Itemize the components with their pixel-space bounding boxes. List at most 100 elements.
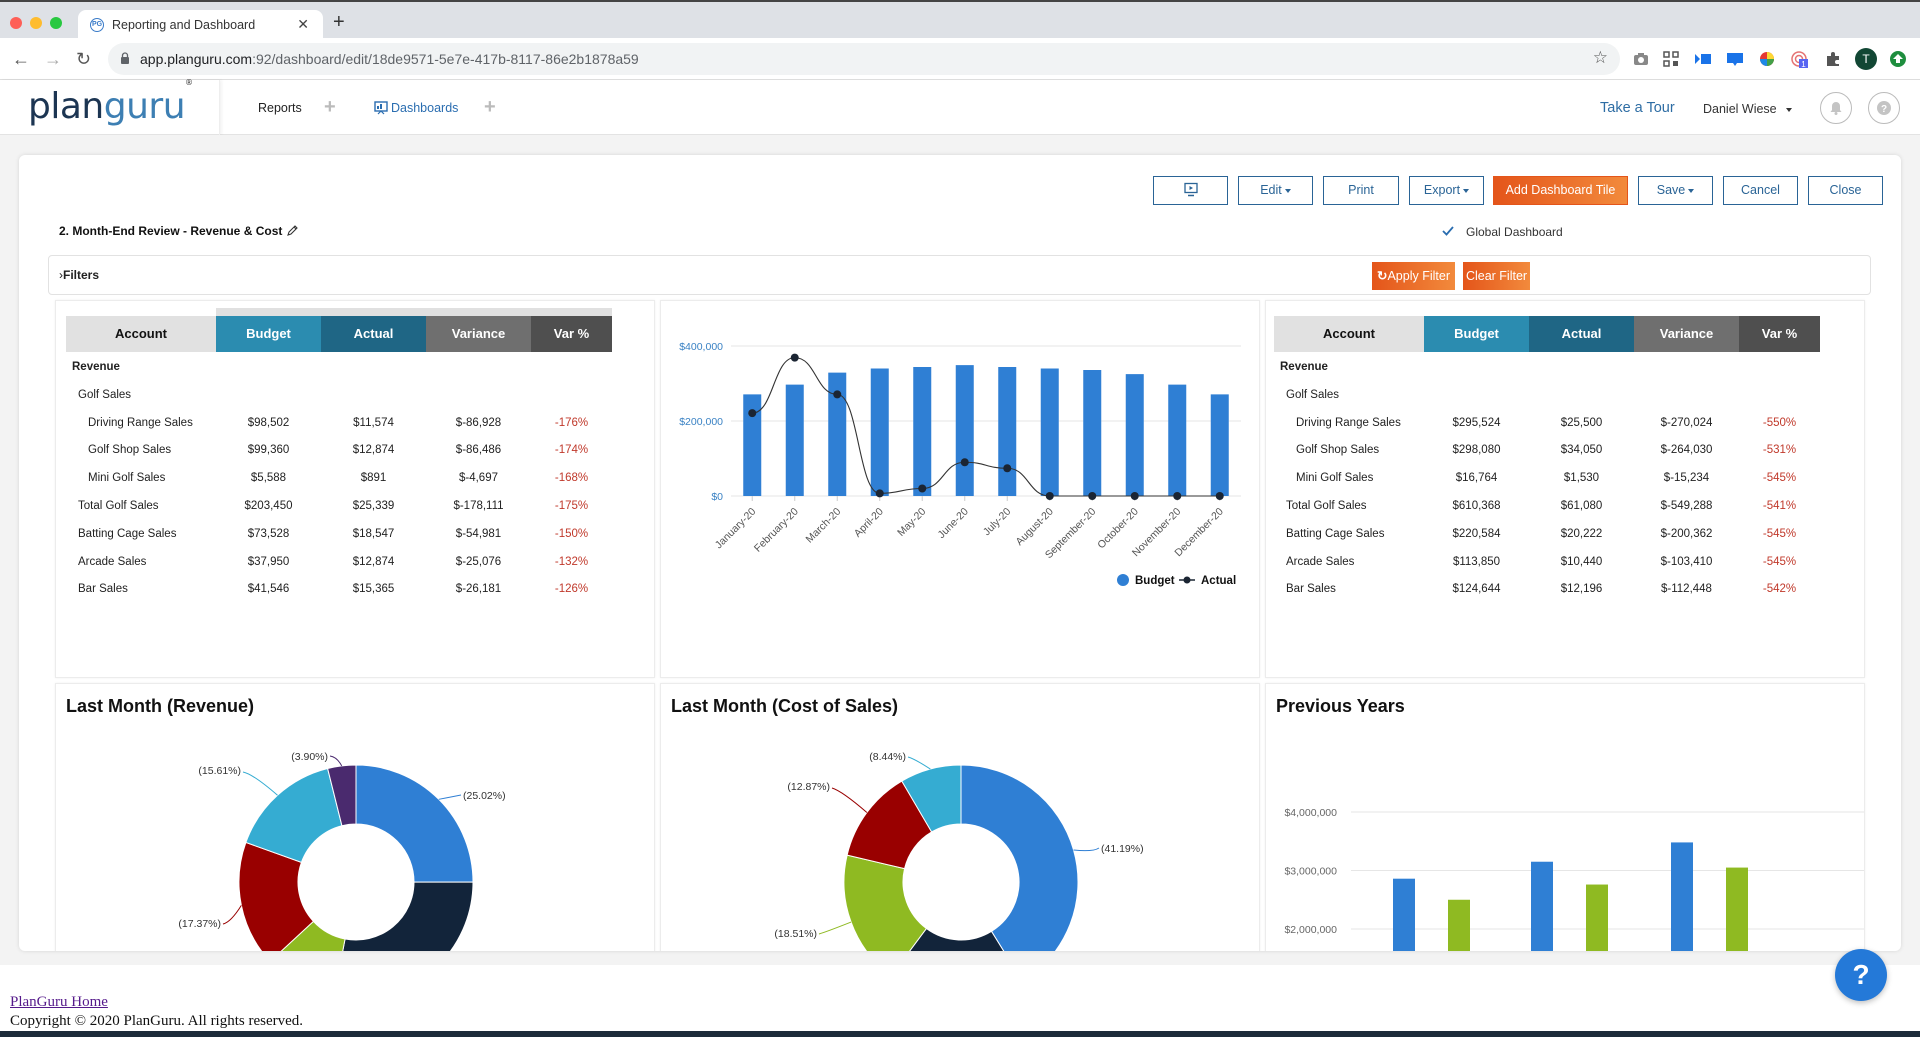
- extensions-puzzle-icon[interactable]: [1824, 50, 1842, 68]
- varpct-cell: -168%: [554, 472, 589, 485]
- copyright-text: Copyright © 2020 PlanGuru. All rights re…: [10, 1013, 304, 1029]
- export-label: Export: [1423, 183, 1461, 197]
- table-row: Driving Range Sales $98,502 $11,574 $-86,92…: [56, 417, 616, 437]
- add-dashboard-tile-button[interactable]: Add Dashboard Tile: [1493, 176, 1628, 205]
- actual-cell: $61,080: [1560, 500, 1603, 512]
- back-arrow-icon[interactable]: ←: [12, 49, 30, 70]
- account-cell: Golf Sales: [78, 388, 132, 401]
- qr-code-extension-icon[interactable]: [1662, 50, 1680, 68]
- filters-toggle[interactable]: ›Filters: [59, 268, 99, 282]
- table-row: Mini Golf Sales $16,764 $1,530 $-15,234 -545…: [1266, 472, 1826, 492]
- video-extension-icon[interactable]: [1694, 50, 1712, 68]
- col-var-pct[interactable]: Var %: [1739, 316, 1820, 352]
- reload-icon[interactable]: ↻: [76, 49, 91, 70]
- actual-cell: $25,339: [352, 500, 395, 512]
- table-header: Account Budget Actual Variance Var %: [1274, 316, 1820, 352]
- donut-leader-line: [1073, 847, 1100, 852]
- year-bar: [1448, 899, 1470, 951]
- varpct-cell: -542%: [1762, 583, 1797, 596]
- browser-address-bar: ← → ↻ app.planguru.com:92/dashboard/edit…: [0, 38, 1920, 80]
- actual-point: [790, 353, 799, 362]
- url-path: :92/dashboard/edit/18de9571-5e7e-417b-81…: [252, 51, 639, 67]
- variance-cell: $-178,111: [453, 500, 504, 512]
- varpct-cell: -545%: [1762, 555, 1797, 568]
- variance-cell: $-86,928: [455, 416, 502, 429]
- tab-close-icon[interactable]: ✕: [297, 16, 309, 33]
- donut-label: (17.37%): [178, 918, 221, 930]
- logo-guru: guru: [103, 86, 186, 127]
- pencil-edit-icon[interactable]: [286, 224, 299, 237]
- table-row: Mini Golf Sales $5,588 $891 $-4,697 -168%: [56, 472, 616, 492]
- bookmark-star-icon[interactable]: ☆: [1593, 48, 1608, 68]
- col-variance[interactable]: Variance: [426, 316, 531, 352]
- legend-actual-swatch: [1183, 576, 1191, 584]
- user-menu[interactable]: Daniel Wiese: [1703, 102, 1793, 116]
- add-report-plus-icon[interactable]: +: [324, 96, 336, 119]
- budget-bar: [913, 367, 932, 496]
- actual-cell: $1,530: [1563, 472, 1600, 485]
- close-button[interactable]: Close: [1808, 176, 1883, 205]
- app-header: planguru® Reports + Dashboards + Take a …: [0, 78, 1920, 135]
- forward-arrow-icon[interactable]: →: [44, 49, 62, 70]
- variance-cell: $-86,486: [455, 444, 502, 457]
- table-header: Account Budget Actual Variance Var %: [66, 308, 612, 352]
- color-picker-extension-icon[interactable]: [1758, 50, 1776, 68]
- col-var-pct[interactable]: Var %: [531, 316, 612, 352]
- edit-dropdown-button[interactable]: Edit: [1238, 176, 1313, 205]
- planguru-logo[interactable]: planguru®: [28, 78, 193, 127]
- varpct-cell: -531%: [1762, 444, 1797, 457]
- new-tab-button[interactable]: +: [333, 11, 345, 34]
- donut-label: (3.90%): [291, 751, 328, 763]
- browser-tab[interactable]: PG Reporting and Dashboard ✕: [78, 10, 323, 40]
- export-dropdown-button[interactable]: Export: [1409, 176, 1484, 205]
- add-dashboard-plus-icon[interactable]: +: [484, 96, 496, 119]
- print-button[interactable]: Print: [1323, 176, 1399, 205]
- budget-actual-chart: $0$200,000$400,000January-20February-20 M…: [679, 341, 1241, 587]
- target-extension-icon[interactable]: 1: [1790, 50, 1808, 68]
- profile-avatar[interactable]: T: [1855, 48, 1877, 70]
- apply-filter-button[interactable]: ↻Apply Filter: [1372, 262, 1455, 290]
- url-input[interactable]: app.planguru.com:92/dashboard/edit/18de9…: [108, 43, 1620, 75]
- col-budget[interactable]: Budget: [216, 316, 321, 352]
- nav-reports[interactable]: Reports: [258, 101, 302, 115]
- global-dashboard-checkbox[interactable]: [1441, 224, 1455, 238]
- window-minimize-button[interactable]: [30, 17, 42, 29]
- window-maximize-button[interactable]: [50, 17, 62, 29]
- col-variance[interactable]: Variance: [1634, 316, 1739, 352]
- nav-dashboards[interactable]: Dashboards: [391, 101, 458, 115]
- cancel-button[interactable]: Cancel: [1723, 176, 1798, 205]
- logo-plan: plan: [28, 86, 104, 127]
- col-actual[interactable]: Actual: [1529, 316, 1634, 352]
- col-budget[interactable]: Budget: [1424, 316, 1529, 352]
- help-button[interactable]: ?: [1868, 92, 1900, 124]
- notifications-bell-button[interactable]: [1820, 92, 1852, 124]
- actual-point: [748, 409, 757, 418]
- col-account[interactable]: Account: [66, 316, 216, 352]
- table-row: Bar Sales $41,546 $15,365 $-26,181 -126%: [56, 583, 616, 603]
- help-chat-button[interactable]: ?: [1835, 949, 1887, 1001]
- table-row: Golf Sales: [56, 389, 616, 409]
- present-button[interactable]: [1153, 176, 1228, 205]
- camera-extension-icon[interactable]: [1632, 50, 1650, 68]
- actual-cell: $15,365: [352, 583, 395, 596]
- col-account[interactable]: Account: [1274, 316, 1424, 352]
- x-tick-label: June-20: [936, 506, 971, 541]
- window-close-button[interactable]: [10, 17, 22, 29]
- clear-filter-button[interactable]: Clear Filter: [1463, 262, 1530, 290]
- take-a-tour-link[interactable]: Take a Tour: [1600, 100, 1675, 116]
- chat-extension-icon[interactable]: [1726, 50, 1744, 68]
- actual-line: [752, 357, 1220, 497]
- col-actual[interactable]: Actual: [321, 316, 426, 352]
- update-arrow-icon[interactable]: [1889, 50, 1907, 68]
- planguru-home-link[interactable]: PlanGuru Home: [10, 994, 108, 1011]
- y-tick-label: $0: [711, 491, 723, 503]
- budget-cell: $610,368: [1452, 500, 1501, 512]
- budget-cell: $298,080: [1452, 444, 1501, 457]
- save-dropdown-button[interactable]: Save: [1638, 176, 1713, 205]
- refresh-icon: ↻: [1376, 269, 1388, 283]
- y-tick-label: $4,000,000: [1284, 807, 1337, 819]
- chevron-down-icon: [1688, 188, 1695, 193]
- actual-point: [833, 390, 842, 399]
- donut-label: (12.87%): [787, 781, 830, 793]
- varpct-cell: -150%: [554, 527, 589, 540]
